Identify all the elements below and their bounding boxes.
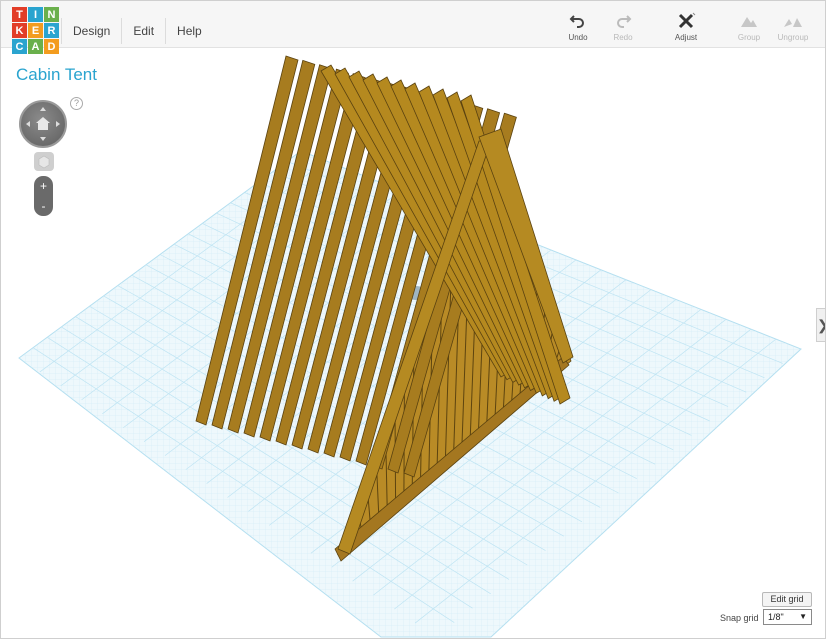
view-cube-button[interactable]	[34, 152, 54, 171]
logo-letter: E	[28, 23, 43, 38]
menu-help[interactable]: Help	[166, 18, 213, 44]
zoom-in-button[interactable]: +	[34, 176, 53, 196]
redo-button[interactable]: Redo	[601, 11, 645, 42]
menu-edit[interactable]: Edit	[122, 18, 167, 44]
logo-letter: R	[44, 23, 59, 38]
logo-letter: D	[44, 39, 59, 54]
group-button[interactable]: Group	[727, 11, 771, 42]
ungroup-button[interactable]: Ungroup	[771, 11, 815, 42]
scene-3d[interactable]	[1, 1, 826, 639]
adjust-icon	[678, 12, 696, 29]
undo-icon	[569, 15, 584, 28]
snap-grid-label: Snap grid	[720, 613, 759, 623]
logo-letter: A	[28, 39, 43, 54]
top-toolbar: TIN KER CAD Design Edit Help Undo Redo Adj…	[1, 1, 825, 54]
tinkercad-logo[interactable]: TIN KER CAD	[12, 7, 59, 54]
undo-label: Undo	[568, 33, 588, 42]
menu-design[interactable]: Design	[61, 18, 123, 44]
ungroup-icon	[784, 18, 802, 27]
adjust-label: Adjust	[674, 33, 698, 42]
redo-label: Redo	[613, 33, 633, 42]
logo-letter: N	[44, 7, 59, 22]
cube-icon	[38, 155, 50, 169]
edit-grid-button[interactable]: Edit grid	[762, 592, 812, 607]
tinkercad-window: TIN KER CAD Design Edit Help Undo Redo Adj…	[0, 0, 826, 639]
logo-letter: T	[12, 7, 27, 22]
project-title[interactable]: Cabin Tent	[16, 65, 97, 85]
zoom-out-button[interactable]: -	[34, 196, 53, 216]
ungroup-label: Ungroup	[777, 33, 809, 42]
view-help-icon[interactable]: ?	[70, 97, 83, 110]
dropdown-caret-icon: ▼	[799, 612, 807, 621]
logo-letter: K	[12, 23, 27, 38]
adjust-button[interactable]: Adjust	[664, 11, 708, 42]
snap-grid-select[interactable]: 1/8" ▼	[763, 609, 812, 625]
main-menu: Design Edit Help	[61, 18, 213, 44]
group-icon	[741, 17, 757, 27]
side-panel-toggle[interactable]: ❯	[816, 308, 825, 342]
logo-letter: I	[28, 7, 43, 22]
group-label: Group	[737, 33, 761, 42]
redo-icon	[617, 15, 632, 28]
zoom-control: + -	[34, 176, 53, 216]
logo-letter: C	[12, 39, 27, 54]
orbit-control[interactable]	[19, 100, 67, 148]
orbit-arrows-icon	[26, 107, 60, 141]
snap-grid-value: 1/8"	[768, 612, 784, 622]
undo-button[interactable]: Undo	[556, 11, 600, 42]
